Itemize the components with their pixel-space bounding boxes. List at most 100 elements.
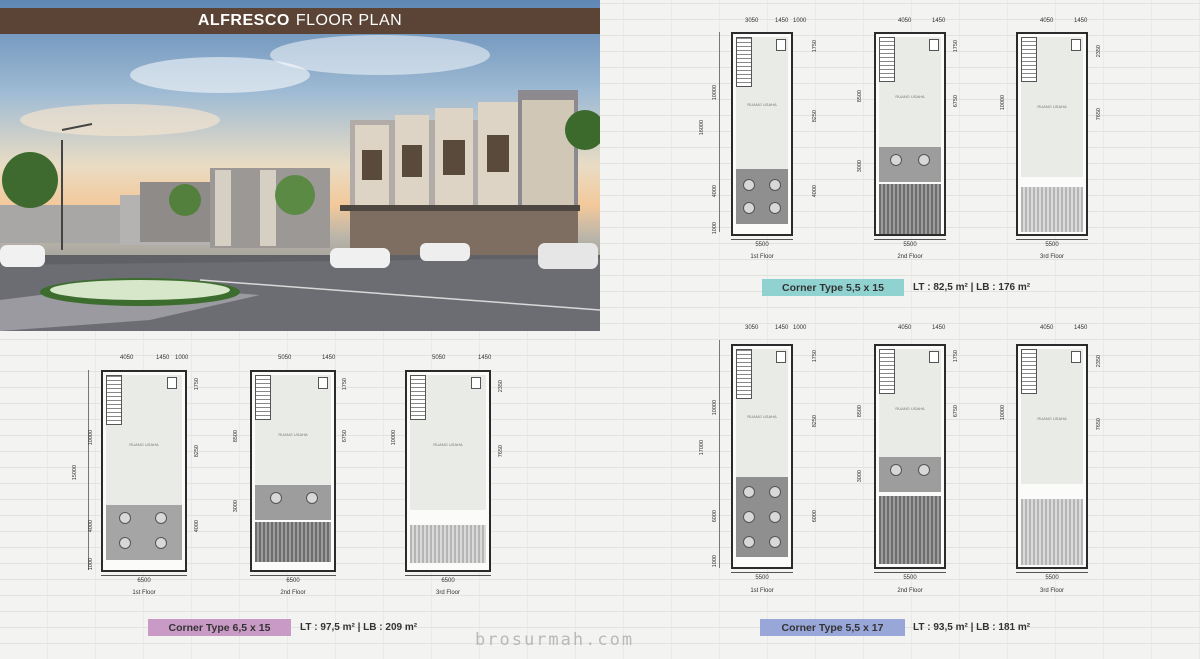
floor-plan-1: RUANG USAHA [101,370,187,572]
hero-rendering: ALFRESCO FLOOR PLAN [0,0,600,331]
dim-right: 1750 [953,350,959,363]
room-label: RUANG USAHA [433,442,463,447]
stair [879,349,895,394]
floor-plan-3: RUANG USAHA [1016,344,1088,569]
table-icon [890,154,902,166]
dim-left: 8500 [857,90,863,103]
dim-top: 3050 [745,325,759,331]
stair [879,37,895,82]
toilet [776,39,786,51]
dim-bottom: 5500 [1016,239,1088,248]
dim-right: 2350 [498,380,504,393]
dim-left: 3000 [233,500,239,513]
floor-plan-1: RUANG USAHA [731,344,793,569]
floor-plan-2: RUANG USAHA [874,344,946,569]
toilet [1071,39,1081,51]
table-icon [270,492,282,504]
room-label: RUANG USAHA [747,102,777,107]
dim-bottom: 6500 [405,575,491,584]
dim-top: 1450 [932,325,946,331]
table-icon [769,202,781,214]
building-illustration [0,35,600,331]
banner-title-bold: ALFRESCO [197,12,290,29]
dim-right: 6750 [342,430,348,443]
dim-right: 6750 [953,95,959,108]
dim-top: 3050 [745,18,759,24]
table-icon [743,536,755,548]
floor-label: 1st Floor [750,254,774,260]
title-banner: ALFRESCO FLOOR PLAN [0,8,600,34]
room-label: RUANG USAHA [278,432,308,437]
room-label: RUANG USAHA [129,442,159,447]
dim-right: 1750 [342,378,348,391]
floor-label: 3rd Floor [1039,254,1064,260]
dim-left: 3000 [857,160,863,173]
dim-left: 1000 [712,222,718,235]
dim-right: 1750 [953,40,959,53]
floor-label: 1st Floor [132,590,156,596]
room-label: RUANG USAHA [747,414,777,419]
floor-label: 2nd Floor [280,590,306,596]
stair [736,349,752,399]
dim-right: 7650 [498,445,504,458]
dim-top: 4050 [898,18,912,24]
type-b-area: LT : 97,5 m² | LB : 209 m² [300,622,418,633]
dim-right: 2350 [1096,355,1102,368]
dim-top: 1450 [775,18,789,24]
dim-left: 4000 [88,520,94,533]
stair [1021,349,1037,394]
table-icon [743,486,755,498]
table-icon [769,486,781,498]
dim-bottom: 5500 [1016,572,1088,581]
dim-right: 8250 [812,415,818,428]
dim-left: 8500 [233,430,239,443]
table-icon [119,512,131,524]
dim-right: 4000 [812,185,818,198]
type-c-label: Corner Type 5,5 x 17 [760,619,905,636]
table-icon [743,511,755,523]
dim-top: 1000 [175,355,189,361]
balcony [879,147,941,182]
type-a-area: LT : 82,5 m² | LB : 176 m² [913,282,1031,293]
dim-top: 1450 [478,355,492,361]
table-icon [743,179,755,191]
dim-left: 4000 [712,185,718,198]
dim-top: 1450 [156,355,170,361]
room-label: RUANG USAHA [895,94,925,99]
roof-canopy [1021,187,1083,232]
dim-right: 7650 [1096,108,1102,121]
dim-right: 6000 [812,510,818,523]
stair [1021,37,1037,82]
floor-label: 2nd Floor [897,588,923,594]
roof-canopy [879,184,941,234]
dim-right: 7650 [1096,418,1102,431]
room-label: RUANG USAHA [1037,416,1067,421]
dim-left: 10000 [712,400,718,416]
floor-label: 1st Floor [750,588,774,594]
dim-top: 1450 [1074,325,1088,331]
dim-bottom: 5500 [874,239,946,248]
dim-top: 1450 [1074,18,1088,24]
dim-left: 16000 [699,120,705,136]
balcony [255,485,331,520]
dim-top: 4050 [1040,18,1054,24]
roof-canopy [410,525,486,563]
type-b-label: Corner Type 6,5 x 15 [148,619,291,636]
type-c-area: LT : 93,5 m² | LB : 181 m² [913,622,1031,633]
dim-bottom: 6500 [101,575,187,584]
table-icon [769,536,781,548]
table-icon [769,179,781,191]
dim-right: 4000 [194,520,200,533]
table-icon [890,464,902,476]
balcony [879,457,941,492]
room-label: RUANG USAHA [895,406,925,411]
toilet [929,39,939,51]
dim-top: 1000 [793,325,807,331]
dim-left: 15000 [72,465,78,481]
dim-left: 10000 [712,85,718,101]
floor-plan-3: RUANG USAHA [405,370,491,572]
table-icon [918,464,930,476]
alfresco-terrace [736,169,788,224]
stair [106,375,122,425]
dim-top: 4050 [1040,325,1054,331]
